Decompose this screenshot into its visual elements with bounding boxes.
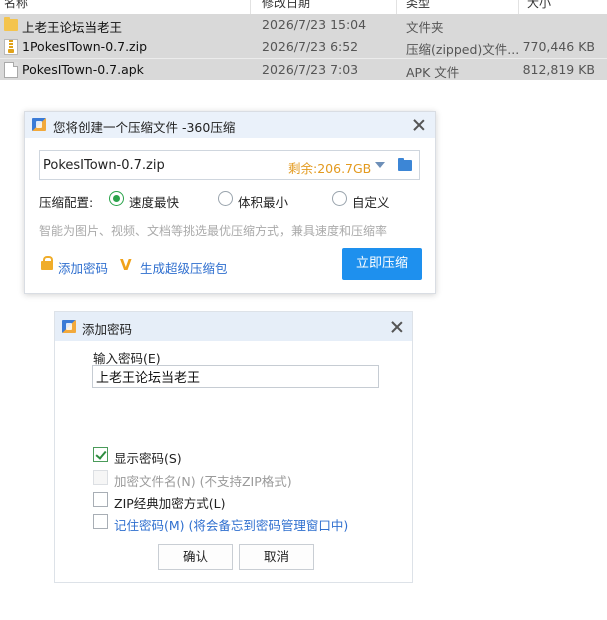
- v-badge-icon: V: [120, 256, 132, 274]
- dialog-title: 您将创建一个压缩文件 -360压缩: [53, 120, 236, 135]
- compress-config-label: 压缩配置:: [39, 195, 94, 210]
- column-header: 名称 修改日期 类型 大小: [0, 0, 607, 14]
- super-package-label[interactable]: 生成超级压缩包: [140, 258, 228, 277]
- cancel-button[interactable]: 取消: [239, 544, 314, 570]
- app-360-icon: [32, 118, 46, 131]
- option-label[interactable]: 自定义: [352, 192, 390, 211]
- radio-circle[interactable]: [109, 191, 124, 206]
- file-type: 压缩(zipped)文件...: [406, 42, 520, 57]
- column-separator[interactable]: [518, 0, 519, 14]
- add-password-label[interactable]: 添加密码: [58, 258, 108, 277]
- browse-folder-icon[interactable]: [398, 158, 412, 171]
- file-row[interactable]: PokesITown-0.7.apk 2026/7/23 7:03 APK 文件…: [0, 58, 607, 80]
- radio-circle[interactable]: [218, 191, 233, 206]
- checkbox-box[interactable]: [93, 492, 108, 507]
- file-name: PokesITown-0.7.apk: [22, 62, 144, 77]
- add-password-dialog: 添加密码 输入密码(E) 显示密码(S) 加密文件名(N) (不支持ZIP格式)…: [54, 311, 413, 583]
- close-icon[interactable]: [389, 319, 405, 335]
- dialog-title: 添加密码: [82, 322, 133, 337]
- checkbox-box[interactable]: [93, 447, 108, 462]
- lock-icon: [41, 256, 53, 270]
- file-name: 1PokesITown-0.7.zip: [22, 39, 148, 54]
- folder-icon: [4, 17, 18, 31]
- checkbox-label[interactable]: ZIP经典加密方式(L): [114, 496, 226, 511]
- compress-hint: 智能为图片、视频、文档等挑选最优压缩方式，兼具速度和压缩率: [39, 224, 388, 238]
- file-date: 2026/7/23 15:04: [262, 17, 367, 32]
- compress-now-button[interactable]: 立即压缩: [342, 248, 422, 280]
- column-size[interactable]: 大小: [527, 0, 551, 11]
- checkbox-label: 加密文件名(N): [114, 474, 196, 489]
- file-size: 770,446 KB: [522, 39, 595, 54]
- column-date[interactable]: 修改日期: [262, 0, 310, 11]
- option-label[interactable]: 速度最快: [129, 192, 179, 211]
- close-icon[interactable]: [411, 117, 427, 133]
- checkbox-box: [93, 470, 108, 485]
- password-input[interactable]: [92, 365, 379, 388]
- column-separator[interactable]: [396, 0, 397, 14]
- file-name: 上老王论坛当老王: [22, 20, 123, 35]
- dialog-titlebar[interactable]: 添加密码: [55, 312, 412, 341]
- checkbox-label[interactable]: 记住密码(M): [114, 518, 185, 533]
- option-label[interactable]: 体积最小: [238, 192, 288, 211]
- checkbox-note: (不支持ZIP格式): [199, 474, 292, 489]
- radio-circle[interactable]: [332, 191, 347, 206]
- checkbox-label[interactable]: 显示密码(S): [114, 451, 182, 466]
- checkbox-note: (将会备忘到密码管理窗口中): [188, 518, 349, 533]
- file-type: APK 文件: [406, 65, 460, 80]
- app-360-icon: [62, 320, 76, 333]
- dialog-titlebar[interactable]: 您将创建一个压缩文件 -360压缩: [25, 112, 435, 138]
- document-icon: [4, 62, 18, 78]
- free-space-label: 剩余:206.7GB: [288, 161, 372, 176]
- file-list: 名称 修改日期 类型 大小 上老王论坛当老王 2026/7/23 15:04 文…: [0, 0, 607, 82]
- file-date: 2026/7/23 6:52: [262, 39, 359, 54]
- chevron-down-icon[interactable]: [375, 162, 385, 168]
- file-type: 文件夹: [406, 20, 444, 35]
- file-date: 2026/7/23 7:03: [262, 62, 359, 77]
- output-path-field[interactable]: PokesITown-0.7.zip 剩余:206.7GB: [39, 150, 420, 180]
- column-separator[interactable]: [250, 0, 251, 14]
- file-row[interactable]: 上老王论坛当老王 2026/7/23 15:04 文件夹: [0, 14, 607, 36]
- confirm-button[interactable]: 确认: [158, 544, 233, 570]
- zip-icon: [4, 39, 18, 55]
- file-size: 812,819 KB: [522, 62, 595, 77]
- compress-dialog: 您将创建一个压缩文件 -360压缩 PokesITown-0.7.zip 剩余:…: [24, 111, 436, 294]
- output-filename[interactable]: PokesITown-0.7.zip: [43, 158, 165, 173]
- file-row[interactable]: 1PokesITown-0.7.zip 2026/7/23 6:52 压缩(zi…: [0, 36, 607, 58]
- column-type[interactable]: 类型: [406, 0, 430, 11]
- column-name[interactable]: 名称: [4, 0, 28, 11]
- checkbox-box[interactable]: [93, 514, 108, 529]
